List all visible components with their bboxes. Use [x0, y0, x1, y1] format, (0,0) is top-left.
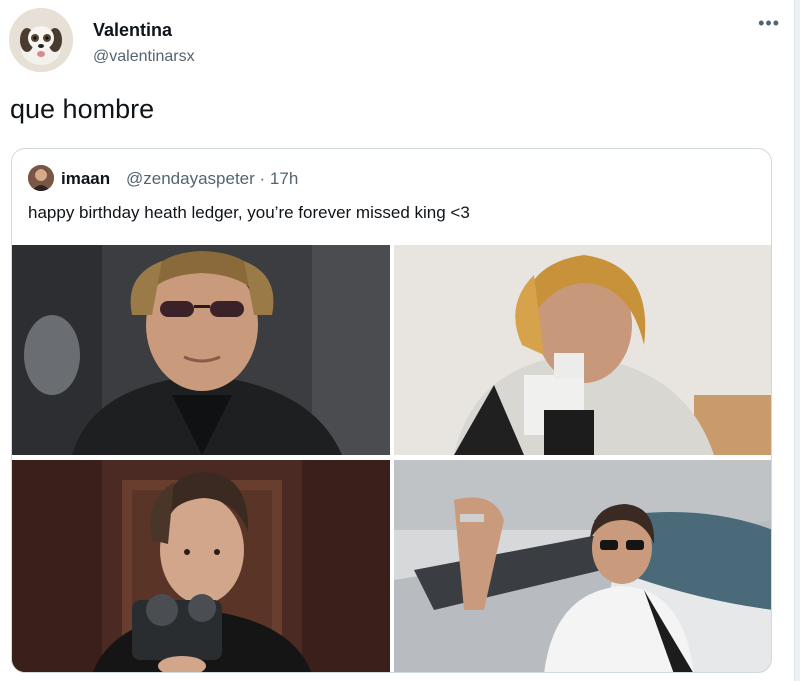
quoted-author-handle: @zendayaspeter	[126, 169, 255, 188]
photo-holding-camera-doorway[interactable]	[12, 460, 390, 672]
photo-sunglasses-portrait[interactable]	[12, 245, 390, 455]
author-avatar[interactable]	[9, 8, 73, 72]
quoted-timestamp: 17h	[269, 169, 299, 188]
photo-blonde-with-camera[interactable]	[394, 245, 771, 455]
quoted-author-avatar	[28, 165, 54, 191]
quoted-author-name: imaan	[61, 169, 111, 188]
tweet-header: Valentina @valentinarsx •••	[9, 8, 780, 72]
author-name[interactable]: Valentina	[93, 20, 172, 41]
tweet-text: que hombre	[10, 94, 155, 124]
window-edge	[794, 0, 800, 681]
photo-airplane-glasses[interactable]	[394, 460, 771, 672]
quoted-tweet-text: happy birthday heath ledger, you’re fore…	[28, 203, 470, 222]
author-handle[interactable]: @valentinarsx	[93, 48, 195, 66]
quoted-meta: @zendayaspeter · 17h	[126, 169, 298, 189]
meta-separator: ·	[259, 169, 266, 188]
quoted-tweet-card[interactable]: imaan @zendayaspeter · 17h happy birthda…	[11, 148, 772, 673]
more-options-icon[interactable]: •••	[758, 14, 780, 32]
